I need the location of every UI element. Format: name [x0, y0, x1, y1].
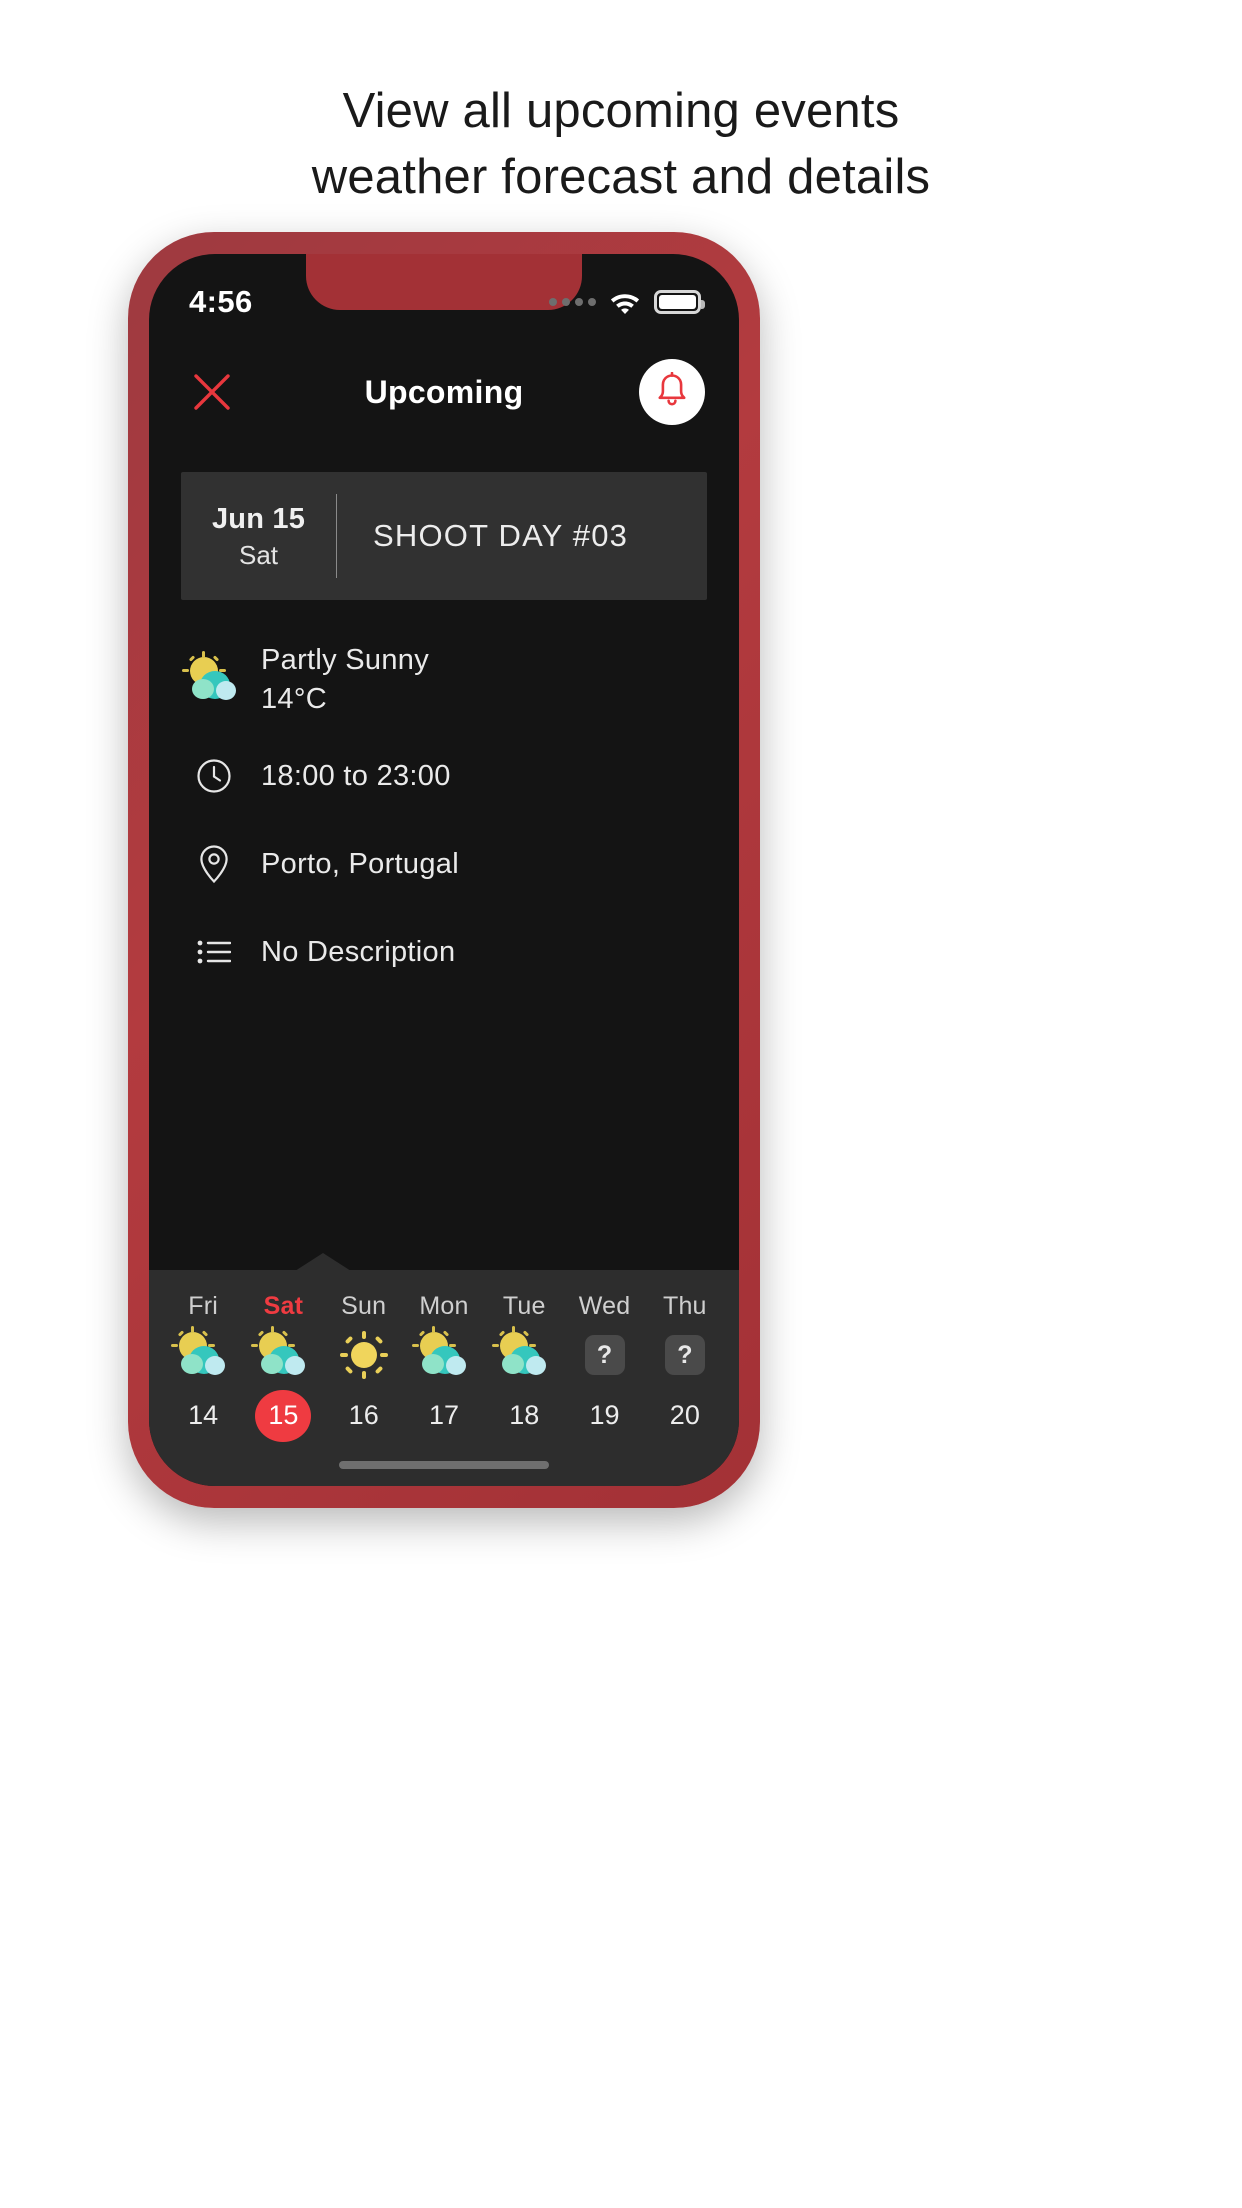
list-icon — [181, 937, 247, 967]
question-mark-glyph: ? — [664, 1335, 705, 1376]
phone-screen: 4:56 Upcoming Jun 15 Sat SHOOT DAY #03 P… — [149, 254, 739, 1486]
detail-row-time: 18:00 to 23:00 — [181, 732, 707, 820]
event-card[interactable]: Jun 15 Sat SHOOT DAY #03 — [181, 472, 707, 600]
partly-sunny-icon — [411, 1326, 472, 1382]
page-title: View all upcoming events weather forecas… — [0, 78, 1242, 210]
event-date-block: Jun 15 Sat — [181, 472, 336, 600]
weather-condition: Partly Sunny — [261, 644, 430, 676]
phone-frame: 4:56 Upcoming Jun 15 Sat SHOOT DAY #03 P… — [128, 232, 760, 1508]
headline-line-2: weather forecast and details — [311, 150, 931, 204]
partly-sunny-icon — [171, 1326, 231, 1382]
day-number: 17 — [428, 1400, 459, 1431]
detail-row-description: No Description — [181, 908, 707, 996]
location-pin-icon — [181, 844, 247, 884]
day-item-mon[interactable]: Mon 17 — [404, 1292, 484, 1442]
day-name: Sun — [341, 1292, 387, 1320]
page-root: View all upcoming events weather forecas… — [0, 0, 1242, 2208]
day-strip: Fri 14 Sat 15 Sun 16 Mon 17 Tue 18 Wed ?… — [149, 1253, 739, 1486]
event-time: 18:00 to 23:00 — [261, 759, 451, 792]
headline-line-1: View all upcoming events — [342, 84, 900, 138]
day-name: Thu — [662, 1292, 707, 1320]
partly-sunny-icon — [251, 1326, 311, 1382]
day-item-sun[interactable]: Sun 16 — [324, 1292, 404, 1442]
app-header: Upcoming — [149, 342, 739, 442]
day-item-thu[interactable]: Thu ? 20 — [645, 1292, 725, 1442]
day-name: Wed — [578, 1292, 631, 1320]
event-details: Partly Sunny 14°C 18:00 to 23:00 Porto, … — [149, 600, 739, 996]
status-time: 4:56 — [189, 284, 253, 319]
event-location: Porto, Portugal — [261, 847, 459, 880]
day-name: Tue — [502, 1292, 546, 1320]
event-title: SHOOT DAY #03 — [373, 518, 629, 553]
partly-sunny-icon — [181, 651, 247, 705]
day-number: 14 — [188, 1400, 219, 1431]
unknown-icon: ? — [584, 1329, 625, 1382]
close-icon — [191, 371, 233, 413]
event-description: No Description — [261, 935, 456, 968]
day-name: Mon — [419, 1292, 469, 1320]
unknown-icon: ? — [664, 1329, 705, 1382]
battery-icon — [654, 290, 705, 314]
day-list: Fri 14 Sat 15 Sun 16 Mon 17 Tue 18 Wed ?… — [149, 1270, 739, 1486]
status-icons — [549, 290, 705, 314]
partly-sunny-icon — [492, 1326, 552, 1382]
day-name: Fri — [188, 1292, 219, 1320]
bell-icon — [655, 371, 689, 413]
day-item-fri[interactable]: Fri 14 — [163, 1292, 243, 1442]
status-bar: 4:56 — [149, 254, 739, 332]
wifi-icon — [609, 291, 641, 314]
detail-row-location: Porto, Portugal — [181, 820, 707, 908]
home-indicator[interactable] — [339, 1461, 549, 1469]
day-number: 20 — [669, 1400, 700, 1431]
day-item-sat[interactable]: Sat 15 — [243, 1292, 323, 1442]
close-button[interactable] — [183, 363, 241, 421]
day-number: 15 — [255, 1389, 312, 1442]
sunny-icon — [339, 1329, 388, 1382]
event-date: Jun 15 — [211, 503, 306, 535]
day-item-tue[interactable]: Tue 18 — [484, 1292, 564, 1442]
selected-day-pointer — [295, 1253, 351, 1271]
weather-temperature: 14°C — [261, 683, 327, 715]
detail-row-weather: Partly Sunny 14°C — [181, 628, 707, 732]
phone-notch — [306, 254, 582, 310]
day-name: Sat — [263, 1292, 304, 1320]
notifications-button[interactable] — [639, 359, 705, 425]
day-number: 16 — [348, 1400, 379, 1431]
event-weekday: Sat — [238, 540, 279, 570]
weather-text: Partly Sunny 14°C — [247, 644, 429, 716]
question-mark-glyph: ? — [584, 1335, 625, 1376]
clock-icon — [181, 757, 247, 795]
day-number: 18 — [509, 1400, 540, 1431]
day-item-wed[interactable]: Wed ? 19 — [564, 1292, 644, 1442]
day-number: 19 — [589, 1400, 620, 1431]
signal-dots-icon — [549, 298, 596, 306]
